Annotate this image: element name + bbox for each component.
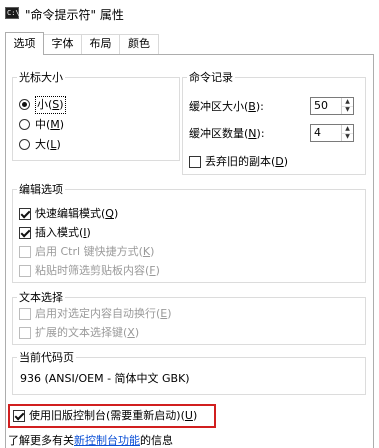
title-bar: C:\ "命令提示符" 属性 bbox=[0, 0, 379, 28]
buffer-count-value[interactable]: 4 bbox=[314, 126, 321, 140]
tab-colors[interactable]: 颜色 bbox=[119, 34, 159, 54]
radio-icon bbox=[19, 139, 30, 150]
options-panel: 光标大小 小(S) 中(M) 大(L) 命令记录 缓冲区大小(B): 50 ▲ … bbox=[5, 54, 374, 448]
checkbox-checked-icon bbox=[13, 410, 25, 422]
tab-layout[interactable]: 布局 bbox=[81, 34, 120, 54]
checkbox-disabled-icon bbox=[19, 246, 31, 258]
checkbox-checked-icon bbox=[19, 227, 31, 239]
radio-icon bbox=[19, 119, 30, 130]
stepper-down-icon[interactable]: ▼ bbox=[342, 106, 353, 114]
tab-options[interactable]: 选项 bbox=[5, 32, 44, 55]
buffer-size-stepper[interactable]: 50 ▲ ▼ bbox=[310, 97, 354, 115]
command-history-legend: 命令记录 bbox=[189, 71, 233, 84]
console-app-icon: C:\ bbox=[5, 7, 20, 19]
checkbox-checked-icon bbox=[19, 208, 31, 220]
edit-options-legend: 编辑选项 bbox=[19, 183, 63, 196]
buffer-count-label: 缓冲区数量(N): bbox=[189, 127, 265, 140]
text-selection-legend: 文本选择 bbox=[19, 291, 63, 304]
console-icon-label: C:\ bbox=[7, 9, 20, 17]
checkbox-disabled-icon bbox=[19, 308, 31, 320]
buffer-count-stepper[interactable]: 4 ▲ ▼ bbox=[310, 124, 354, 142]
checkbox-disabled-icon bbox=[19, 265, 31, 277]
stepper-down-icon[interactable]: ▼ bbox=[342, 133, 353, 141]
buffer-size-label: 缓冲区大小(B): bbox=[189, 100, 264, 113]
checkbox-disabled-icon bbox=[19, 327, 31, 339]
new-console-features-link[interactable]: 新控制台功能 bbox=[74, 434, 140, 447]
cursor-size-legend: 光标大小 bbox=[19, 71, 63, 84]
radio-selected-icon bbox=[19, 99, 30, 110]
learn-more-text: 了解更多有关新控制台功能的信息 bbox=[8, 434, 173, 447]
buffer-size-value[interactable]: 50 bbox=[314, 99, 328, 113]
code-page-value: 936 (ANSI/OEM - 简体中文 GBK) bbox=[20, 372, 190, 385]
tab-font[interactable]: 字体 bbox=[43, 34, 82, 54]
window-title: "命令提示符" 属性 bbox=[25, 8, 124, 22]
code-page-legend: 当前代码页 bbox=[19, 351, 74, 364]
checkbox-icon bbox=[189, 156, 201, 168]
